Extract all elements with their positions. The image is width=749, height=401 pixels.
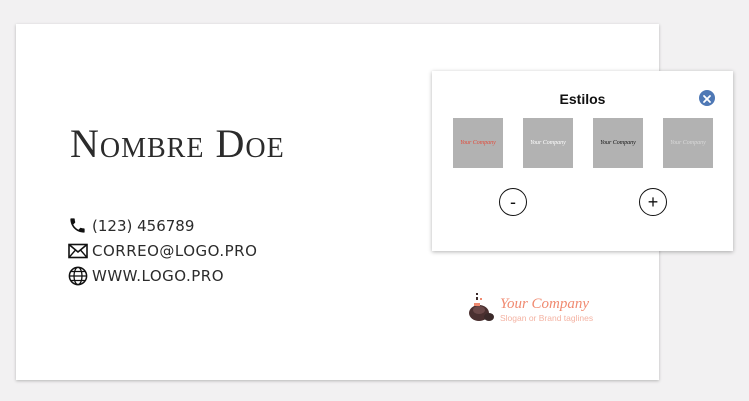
- envelope-icon: [68, 241, 90, 261]
- thumbnail-label: Your Company: [530, 140, 566, 146]
- style-thumbnail-2[interactable]: Your Company: [523, 118, 573, 168]
- website-row: WWW.LOGO.PRO: [68, 263, 257, 288]
- style-thumbnail-3[interactable]: Your Company: [593, 118, 643, 168]
- thumbnail-label: Your Company: [670, 140, 706, 146]
- style-thumbnail-1[interactable]: Your Company: [453, 118, 503, 168]
- email-row: CORREO@LOGO.PRO: [68, 238, 257, 263]
- globe-icon: [68, 266, 90, 286]
- close-button[interactable]: [699, 90, 715, 106]
- phone-icon: [68, 216, 90, 236]
- styles-panel: Estilos Your Company Your Company Your C…: [432, 71, 733, 251]
- website-text[interactable]: WWW.LOGO.PRO: [92, 267, 224, 285]
- card-name[interactable]: Nombre Doe: [70, 120, 285, 167]
- logo-slogan: Slogan or Brand taglines: [500, 313, 594, 324]
- logo-company-name: Your Company: [500, 296, 590, 313]
- thumbnail-label: Your Company: [460, 140, 496, 146]
- increase-button[interactable]: +: [639, 188, 667, 216]
- company-logo[interactable]: Your Company Slogan or Brand taglines: [468, 290, 618, 330]
- close-icon: [702, 89, 712, 108]
- thumbnail-label: Your Company: [600, 140, 636, 146]
- logo-mark-icon: [468, 291, 496, 329]
- email-text[interactable]: CORREO@LOGO.PRO: [92, 242, 257, 260]
- decrease-button[interactable]: -: [499, 188, 527, 216]
- panel-title: Estilos: [559, 91, 606, 107]
- phone-text[interactable]: (123) 456789: [92, 217, 194, 235]
- style-thumbnail-4[interactable]: Your Company: [663, 118, 713, 168]
- logo-text: Your Company Slogan or Brand taglines: [500, 297, 593, 323]
- phone-row: (123) 456789: [68, 213, 257, 238]
- contact-block: (123) 456789 CORREO@LOGO.PRO WWW.LOGO.PR…: [68, 213, 257, 288]
